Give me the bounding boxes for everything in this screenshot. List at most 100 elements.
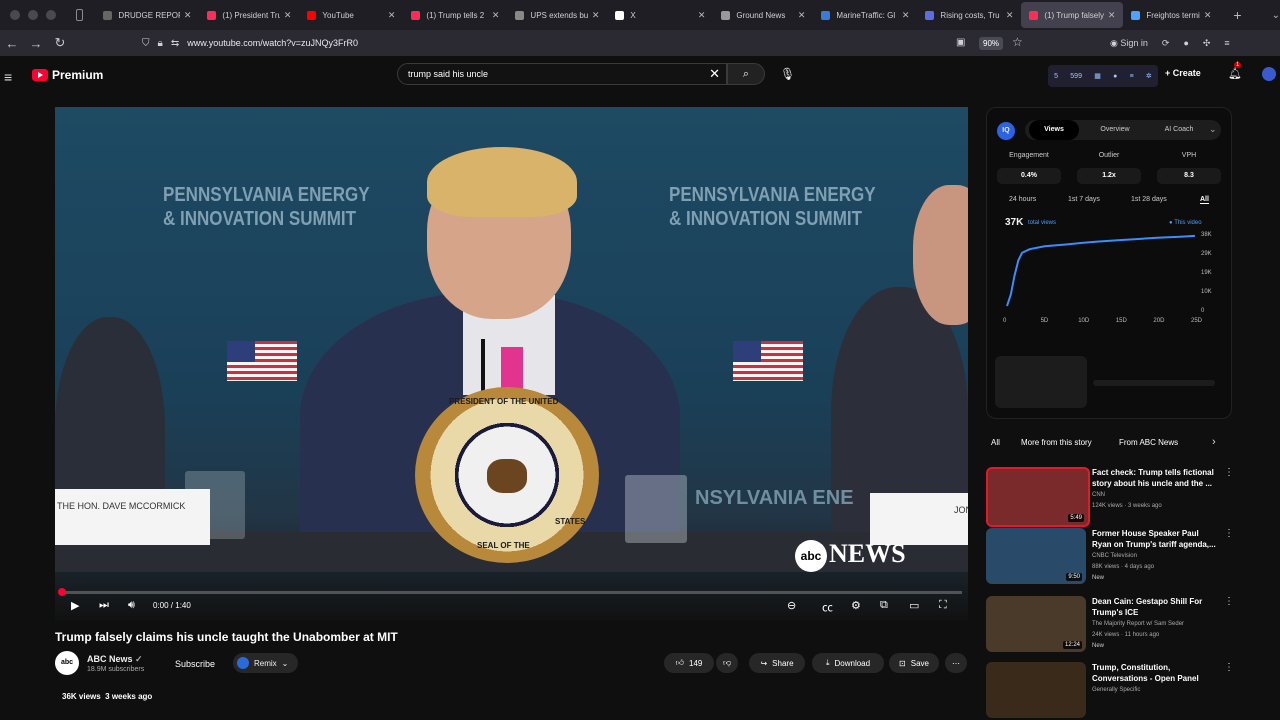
range-24-hours[interactable]: 24 hours bbox=[1009, 196, 1036, 203]
close-tab-icon[interactable]: ✕ bbox=[284, 10, 292, 21]
share-button[interactable]: ↪ Share bbox=[749, 653, 805, 673]
recommended-video[interactable]: 5:49 Fact check: Trump tells fictional st… bbox=[986, 467, 1280, 527]
close-tab-icon[interactable]: ✕ bbox=[492, 10, 500, 21]
notifications-button[interactable]: 🔔︎ 1 bbox=[1228, 62, 1242, 80]
tab-ai-coach[interactable]: AI Coach bbox=[1149, 120, 1209, 140]
dislike-button[interactable]: 👎︎ bbox=[716, 653, 738, 673]
address-bar[interactable]: ⛉ 🔒︎ ⇆ www.youtube.com/watch?v=zuJNQy3Fr… bbox=[142, 33, 922, 53]
like-button[interactable]: 👍︎ 149 bbox=[664, 653, 714, 673]
theater-icon[interactable]: ▭ bbox=[909, 599, 919, 612]
tab-overview-icon[interactable] bbox=[76, 9, 84, 21]
remix-button[interactable]: Remix ⌄ bbox=[233, 653, 299, 673]
subscribe-button[interactable]: Subscribe bbox=[175, 659, 215, 669]
reader-view-icon[interactable]: ▣ bbox=[956, 37, 965, 48]
reload-icon[interactable]: ↻ bbox=[48, 35, 72, 51]
autoplay-toggle[interactable]: ⊖ bbox=[787, 599, 796, 612]
recommended-video[interactable]: 9:50 Former House Speaker Paul Ryan on Tr… bbox=[986, 528, 1280, 586]
video-title[interactable]: Dean Cain: Gestapo Shill For Trump's ICE bbox=[1092, 596, 1216, 618]
new-tab-icon[interactable]: + bbox=[1233, 7, 1241, 23]
channel-name[interactable]: The Majority Report w/ Sam Seder bbox=[1092, 621, 1184, 627]
progress-bar[interactable] bbox=[58, 588, 962, 596]
bookmark-star-icon[interactable]: ☆ bbox=[1012, 35, 1023, 49]
menu-icon[interactable]: ≡ bbox=[1224, 38, 1229, 48]
browser-tab[interactable]: (1) Trump tells 2 ✕ bbox=[403, 2, 507, 28]
range-28-days[interactable]: 1st 28 days bbox=[1131, 196, 1167, 203]
tab-views[interactable]: Views bbox=[1029, 120, 1079, 140]
recommended-video[interactable]: 12:24 Dean Cain: Gestapo Shill For Trump'… bbox=[986, 596, 1280, 654]
browser-tab[interactable]: Freightos termin ✕ bbox=[1123, 2, 1219, 28]
window-controls[interactable] bbox=[0, 10, 66, 20]
more-icon[interactable]: ⋮ bbox=[1224, 467, 1234, 478]
channel-avatar[interactable]: abc bbox=[55, 651, 79, 675]
video-thumbnail[interactable]: 5:49 bbox=[986, 467, 1090, 527]
close-tab-icon[interactable]: ✕ bbox=[1108, 10, 1116, 21]
browser-tab[interactable]: MarineTraffic: Gl ✕ bbox=[813, 2, 917, 28]
clear-icon[interactable]: ✕ bbox=[709, 66, 720, 82]
volume-icon[interactable]: 🔊︎ bbox=[128, 599, 135, 612]
close-tab-icon[interactable]: ✕ bbox=[388, 10, 396, 21]
channel-name[interactable]: ABC News ✓ bbox=[87, 654, 143, 665]
chevron-down-icon[interactable]: ⌄ bbox=[1272, 10, 1280, 21]
save-button[interactable]: ⊡ Save bbox=[889, 653, 939, 673]
browser-tab[interactable]: YouTube ✕ bbox=[299, 2, 403, 28]
more-icon[interactable]: ⋮ bbox=[1224, 596, 1234, 607]
sync-icon[interactable]: ⟳ bbox=[1162, 38, 1170, 49]
video-title[interactable]: Fact check: Trump tells fictional story … bbox=[1092, 467, 1216, 489]
channel-name[interactable]: Generally Specific bbox=[1092, 687, 1140, 693]
chevron-right-icon[interactable]: › bbox=[1212, 436, 1216, 448]
video-player[interactable]: PENNSYLVANIA ENERGY & INNOVATION SUMMIT P… bbox=[55, 107, 968, 621]
close-tab-icon[interactable]: ✕ bbox=[1204, 10, 1212, 21]
play-icon[interactable]: ▶ bbox=[71, 599, 79, 612]
browser-tab[interactable]: (1) President Tru ✕ bbox=[199, 2, 299, 28]
browser-tab[interactable]: X ✕ bbox=[607, 2, 713, 28]
back-icon[interactable]: ← bbox=[0, 36, 24, 51]
avatar[interactable] bbox=[1262, 67, 1276, 81]
channel-name[interactable]: CNN bbox=[1092, 492, 1105, 498]
close-tab-icon[interactable]: ✕ bbox=[698, 10, 706, 21]
more-icon[interactable]: ⋮ bbox=[1224, 528, 1234, 539]
browser-tab[interactable]: UPS extends buy ✕ bbox=[507, 2, 607, 28]
download-button[interactable]: ⤓ Download bbox=[812, 653, 884, 673]
miniplayer-icon[interactable]: ⧉ bbox=[880, 599, 888, 612]
video-thumbnail[interactable]: 9:50 bbox=[986, 528, 1086, 584]
close-tab-icon[interactable]: ✕ bbox=[1006, 10, 1014, 21]
youtube-logo[interactable]: Premium bbox=[32, 68, 103, 82]
close-tab-icon[interactable]: ✕ bbox=[184, 10, 192, 21]
range-all[interactable]: All bbox=[1200, 196, 1209, 204]
sign-in-button[interactable]: ◉ Sign in bbox=[1110, 38, 1148, 49]
video-title[interactable]: Trump, Constitution, Conversations - Ope… bbox=[1092, 662, 1216, 684]
scrubber-handle[interactable] bbox=[58, 588, 66, 596]
channel-name[interactable]: CNBC Television bbox=[1092, 553, 1137, 559]
recommended-video[interactable]: Trump, Constitution, Conversations - Ope… bbox=[986, 662, 1280, 720]
chip[interactable]: From ABC News bbox=[1119, 434, 1178, 452]
search-button[interactable]: ⌕ bbox=[727, 63, 765, 85]
fullscreen-icon[interactable]: ⛶ bbox=[939, 599, 947, 612]
create-button[interactable]: + Create bbox=[1165, 68, 1201, 78]
chip[interactable]: More from this story bbox=[1021, 434, 1092, 452]
tab-overview[interactable]: Overview bbox=[1085, 120, 1145, 140]
chevron-down-icon[interactable]: ⌄ bbox=[1209, 124, 1217, 135]
hamburger-icon[interactable]: ≡ bbox=[4, 69, 12, 85]
chip[interactable]: All bbox=[991, 434, 1000, 452]
extension-icon[interactable]: ● bbox=[1183, 38, 1188, 48]
video-thumbnail[interactable]: 12:24 bbox=[986, 596, 1086, 652]
extension-widget[interactable]: 5 599 ▦ ● ≡ ✲ bbox=[1048, 65, 1158, 87]
browser-tab[interactable]: Rising costs, Tru ✕ bbox=[917, 2, 1021, 28]
range-7-days[interactable]: 1st 7 days bbox=[1068, 196, 1100, 203]
captions-icon[interactable]: ㏄ bbox=[822, 599, 833, 615]
forward-icon[interactable]: → bbox=[24, 36, 48, 51]
browser-tab[interactable]: (1) Trump falsely ✕ bbox=[1021, 2, 1124, 28]
puzzle-icon[interactable]: ✣ bbox=[1203, 38, 1211, 49]
close-tab-icon[interactable]: ✕ bbox=[592, 10, 600, 21]
gear-icon[interactable]: ⚙ bbox=[851, 599, 861, 612]
video-thumbnail[interactable] bbox=[986, 662, 1086, 718]
more-actions-button[interactable]: ⋯ bbox=[945, 653, 967, 673]
more-icon[interactable]: ⋮ bbox=[1224, 662, 1234, 673]
vidiq-logo[interactable]: IQ bbox=[997, 122, 1015, 140]
browser-tab[interactable]: DRUDGE REPORT ✕ bbox=[95, 2, 199, 28]
microphone-icon[interactable]: 🎙︎ bbox=[780, 67, 795, 81]
zoom-level[interactable]: 90% bbox=[979, 37, 1004, 50]
next-icon[interactable]: ⏭︎ bbox=[99, 599, 109, 612]
close-tab-icon[interactable]: ✕ bbox=[798, 10, 806, 21]
video-title[interactable]: Former House Speaker Paul Ryan on Trump'… bbox=[1092, 528, 1216, 550]
